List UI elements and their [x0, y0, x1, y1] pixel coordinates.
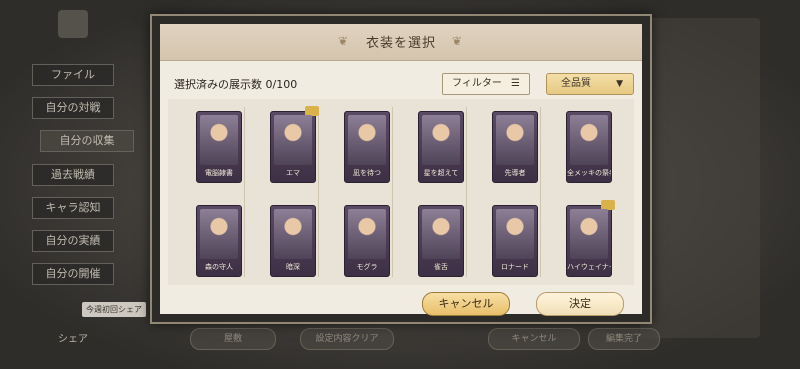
costume-card[interactable]: モグラ — [344, 205, 390, 277]
sidebar-item-achievements: 自分の実績 — [32, 230, 114, 252]
grid-divider — [244, 107, 245, 277]
costume-portrait — [570, 209, 608, 259]
dialog-header: ❦ 衣装を選択 ❦ — [160, 24, 642, 61]
leaf-right-icon: ❦ — [452, 34, 463, 48]
costume-card[interactable]: エマ — [270, 106, 319, 183]
costume-name: 先導者 — [504, 169, 526, 177]
dialog-body: ❦ 衣装を選択 ❦ 選択済みの展示数 0/100 フィルター ☰ 全品質 ▼ 電… — [160, 24, 642, 316]
sidebar-item-collection: 自分の収集 — [40, 130, 134, 152]
costume-select-dialog: ❦ 衣装を選択 ❦ 選択済みの展示数 0/100 フィルター ☰ 全品質 ▼ 電… — [150, 14, 652, 324]
bg-clear-button: 設定内容クリア — [300, 328, 394, 350]
costume-name: ハイウェイナイト — [567, 263, 611, 271]
bg-mansion-button: 屋敷 — [190, 328, 276, 350]
costume-portrait — [496, 115, 534, 165]
costume-card[interactable]: 全メッキの祭者 — [566, 111, 612, 183]
costume-name: 森の守人 — [205, 263, 233, 271]
costume-name: モグラ — [356, 263, 378, 271]
confirm-button[interactable]: 決定 — [536, 292, 624, 316]
grid-divider — [466, 107, 467, 277]
costume-name: 凪を待つ — [353, 169, 381, 177]
costume-name: 星を超えて — [423, 169, 459, 177]
costume-card[interactable]: 雀舌 — [418, 205, 464, 277]
sidebar-item-hosted: 自分の開催 — [32, 263, 114, 285]
grid-divider — [540, 107, 541, 277]
costume-grid: 電脳隷書 エマ 凪を待つ 星を超えて 先導者 全メッキの祭者 — [168, 99, 634, 285]
costume-card[interactable]: ロナード — [492, 205, 538, 277]
quality-dropdown[interactable]: 全品質 ▼ — [546, 73, 634, 95]
bg-cancel-button: キャンセル — [488, 328, 580, 350]
share-label: シェア — [58, 334, 88, 345]
sidebar-item-history: 過去戦績 — [32, 164, 114, 186]
grid-divider — [392, 107, 393, 277]
home-icon — [58, 10, 88, 38]
costume-portrait — [422, 115, 460, 165]
costume-portrait — [422, 209, 460, 259]
costume-card[interactable]: 星を超えて — [418, 111, 464, 183]
filter-button[interactable]: フィルター ☰ — [442, 73, 530, 95]
share-tip: 今週初回シェア — [82, 302, 146, 317]
costume-portrait — [570, 115, 608, 165]
costume-card[interactable]: 先導者 — [492, 111, 538, 183]
costume-card[interactable]: ハイウェイナイト — [566, 200, 615, 277]
costume-portrait — [200, 209, 238, 259]
sidebar-item-matches: 自分の対戦 — [32, 97, 114, 119]
sidebar-item-character: キャラ認知 — [32, 197, 114, 219]
costume-portrait — [348, 115, 386, 165]
selected-count: 選択済みの展示数 0/100 — [174, 78, 298, 91]
grid-divider — [318, 107, 319, 277]
sidebar-item-file: ファイル — [32, 64, 114, 86]
costume-portrait — [348, 209, 386, 259]
dialog-title: 衣装を選択 — [365, 36, 436, 51]
costume-portrait — [200, 115, 238, 165]
costume-name: ロナード — [501, 263, 529, 271]
costume-name: 暗深 — [286, 263, 300, 271]
costume-name: エマ — [286, 169, 300, 177]
costume-card[interactable]: 暗深 — [270, 205, 316, 277]
costume-card[interactable]: 凪を待つ — [344, 111, 390, 183]
costume-name: 雀舌 — [434, 263, 448, 271]
costume-name: 電脳隷書 — [205, 169, 233, 177]
filter-label: フィルター — [452, 78, 502, 89]
costume-card[interactable]: 電脳隷書 — [196, 111, 242, 183]
cancel-button[interactable]: キャンセル — [422, 292, 510, 316]
costume-name: 全メッキの祭者 — [567, 169, 611, 177]
costume-card[interactable]: 森の守人 — [196, 205, 242, 277]
bg-done-button: 編集完了 — [588, 328, 660, 350]
background-right-panel — [640, 18, 760, 338]
quality-label: 全品質 — [561, 78, 591, 89]
list-icon: ☰ — [511, 78, 520, 89]
costume-portrait — [274, 115, 312, 165]
chevron-down-icon: ▼ — [616, 79, 623, 89]
costume-portrait — [496, 209, 534, 259]
costume-portrait — [274, 209, 312, 259]
